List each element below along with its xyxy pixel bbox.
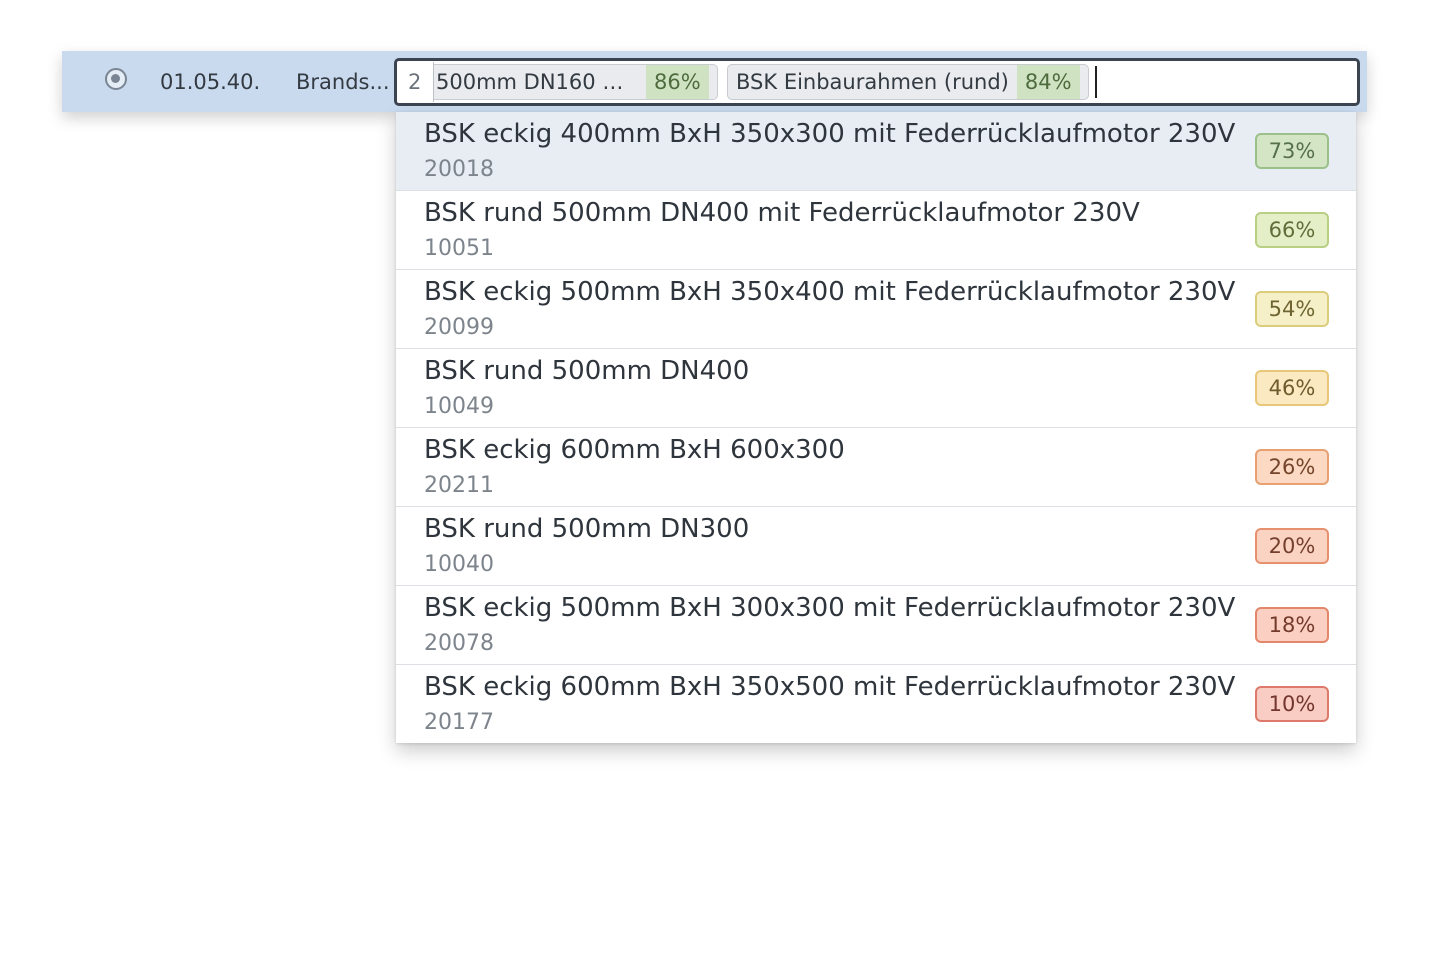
match-percent-badge: 26%: [1255, 449, 1329, 485]
match-percent-badge: 73%: [1255, 133, 1329, 169]
chip-label: BSK Einbaurahmen (rund): [736, 70, 1009, 94]
suggestion-id: 20018: [424, 157, 494, 182]
selected-chip[interactable]: 500mm DN160 m... 86%: [434, 64, 718, 100]
suggestion-id: 20078: [424, 631, 494, 656]
suggestion-title: BSK rund 500mm DN300: [424, 514, 750, 544]
match-percent-badge: 20%: [1255, 528, 1329, 564]
selected-chip[interactable]: BSK Einbaurahmen (rund) 84%: [727, 64, 1089, 100]
suggestion-title: BSK rund 500mm DN400: [424, 356, 750, 386]
row-code: 01.05.40.: [160, 70, 261, 94]
row-radio-button[interactable]: [105, 68, 127, 90]
suggestion-item[interactable]: BSK rund 500mm DN400 10049 46%: [396, 349, 1356, 428]
suggestion-item[interactable]: BSK eckig 600mm BxH 600x300 20211 26%: [396, 428, 1356, 507]
match-percent-badge: 46%: [1255, 370, 1329, 406]
suggestion-item[interactable]: BSK eckig 500mm BxH 350x400 mit Federrüc…: [396, 270, 1356, 349]
match-percent-badge: 54%: [1255, 291, 1329, 327]
chip-label: 500mm DN160 m...: [436, 70, 643, 94]
row-name: Brands...: [296, 70, 390, 94]
match-percent-badge: 66%: [1255, 212, 1329, 248]
suggestion-id: 20177: [424, 710, 494, 735]
suggestion-title: BSK eckig 600mm BxH 600x300: [424, 435, 845, 465]
match-percent-badge: 10%: [1255, 686, 1329, 722]
suggestion-title: BSK eckig 500mm BxH 300x300 mit Federrüc…: [424, 593, 1236, 623]
selection-count: 2: [408, 70, 422, 94]
suggestion-item[interactable]: BSK rund 500mm DN300 10040 20%: [396, 507, 1356, 586]
suggestion-dropdown: BSK eckig 400mm BxH 350x300 mit Federrüc…: [396, 112, 1356, 743]
suggestion-id: 10040: [424, 552, 494, 577]
suggestion-item[interactable]: BSK eckig 400mm BxH 350x300 mit Federrüc…: [396, 112, 1356, 191]
suggestion-item[interactable]: BSK eckig 500mm BxH 300x300 mit Federrüc…: [396, 586, 1356, 665]
match-percent-badge: 18%: [1255, 607, 1329, 643]
suggestion-id: 10049: [424, 394, 494, 419]
suggestion-title: BSK eckig 600mm BxH 350x500 mit Federrüc…: [424, 672, 1236, 702]
suggestion-item[interactable]: BSK rund 500mm DN400 mit Federrücklaufmo…: [396, 191, 1356, 270]
chip-match-percent: 86%: [646, 65, 709, 99]
suggestion-id: 10051: [424, 236, 494, 261]
suggestion-item[interactable]: BSK eckig 600mm BxH 350x500 mit Federrüc…: [396, 665, 1356, 743]
text-caret: [1095, 66, 1097, 98]
suggestion-id: 20099: [424, 315, 494, 340]
suggestion-title: BSK eckig 500mm BxH 350x400 mit Federrüc…: [424, 277, 1236, 307]
suggestion-title: BSK rund 500mm DN400 mit Federrücklaufmo…: [424, 198, 1140, 228]
suggestion-id: 20211: [424, 473, 494, 498]
suggestion-title: BSK eckig 400mm BxH 350x300 mit Federrüc…: [424, 119, 1236, 149]
chip-match-percent: 84%: [1016, 65, 1080, 99]
